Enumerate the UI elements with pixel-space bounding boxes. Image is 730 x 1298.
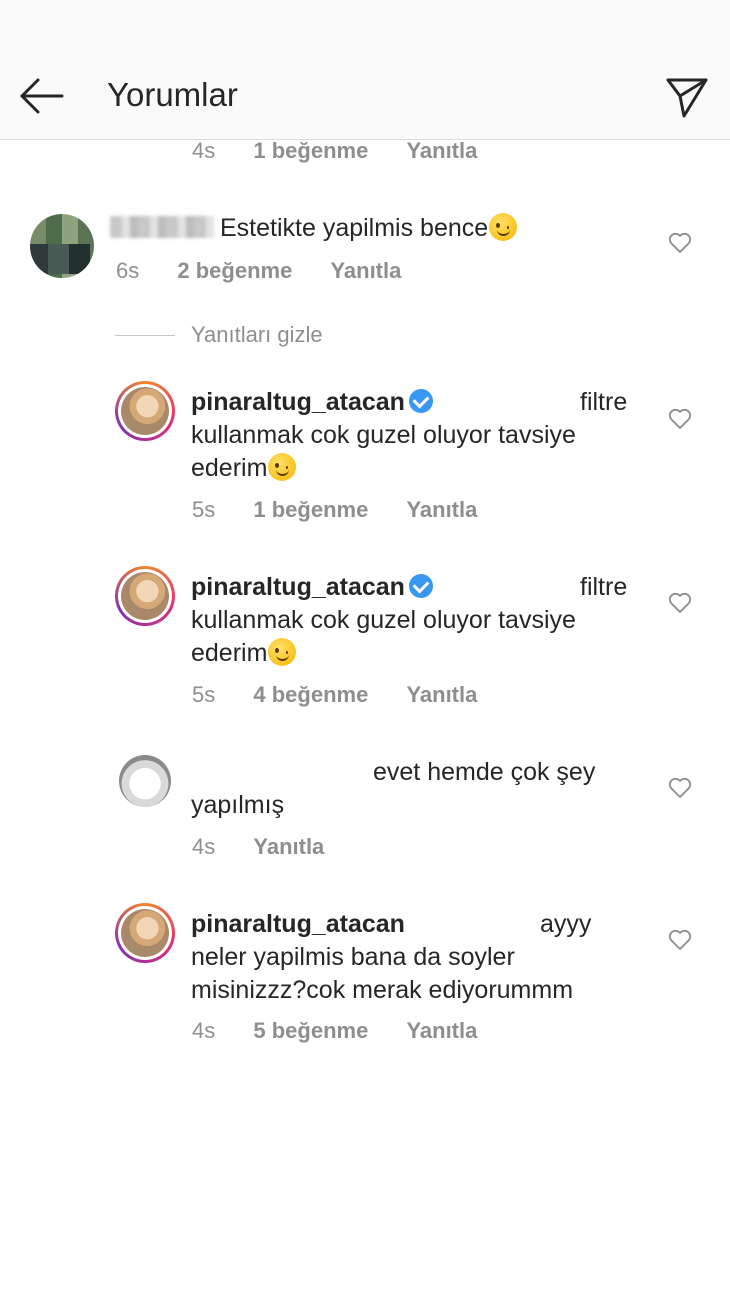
- hide-replies-label: Yanıtları gizle: [191, 322, 323, 347]
- comment-text: evet hemde çok şey yapılmış: [191, 756, 641, 822]
- reply-button[interactable]: Yanıtla: [406, 138, 477, 163]
- heart-outline-icon[interactable]: [668, 929, 692, 951]
- comment-time: 6s: [116, 258, 140, 283]
- likes-count[interactable]: 2 beğenme: [177, 258, 292, 283]
- comment-time: 5s: [192, 497, 216, 522]
- comment-meta: 6s 2 beğenme Yanıtla: [116, 258, 401, 284]
- top-bar: Yorumlar: [0, 0, 730, 140]
- heart-outline-icon[interactable]: [668, 777, 692, 799]
- back-arrow-icon[interactable]: [18, 74, 66, 118]
- comment-meta: 5s 4 beğenme Yanıtla: [192, 682, 477, 708]
- username[interactable]: pinaraltug_atacan: [191, 388, 405, 416]
- heart-outline-icon[interactable]: [668, 408, 692, 430]
- comment-time: 4s: [192, 1018, 216, 1043]
- hide-replies-toggle[interactable]: Yanıtları gizle: [115, 320, 323, 350]
- username[interactable]: pinaraltug_atacan: [191, 910, 405, 938]
- reply-button[interactable]: Yanıtla: [330, 258, 401, 283]
- comment-body: yapılmış: [191, 791, 285, 819]
- verified-badge-icon: [408, 574, 433, 598]
- heart-outline-icon[interactable]: [668, 592, 692, 614]
- comment-meta: 4s Yanıtla: [192, 834, 324, 860]
- comment-body: ederim: [191, 639, 268, 667]
- comment-body: filtre: [580, 388, 628, 416]
- likes-count[interactable]: 1 beğenme: [253, 497, 368, 522]
- avatar[interactable]: [115, 381, 175, 441]
- comment-text: pinaraltug_atacan filtre kullanmak cok g…: [191, 571, 641, 670]
- page-title: Yorumlar: [107, 76, 238, 113]
- comment-body: ederim: [191, 454, 268, 482]
- avatar[interactable]: [119, 755, 171, 807]
- comment-body: kullanmak cok guzel oluyor tavsiye: [191, 421, 576, 449]
- comment-time: 5s: [192, 682, 216, 707]
- comment-body: misinizzz?cok merak ediyorummm: [191, 976, 574, 1004]
- avatar[interactable]: [30, 214, 94, 278]
- reply-button[interactable]: Yanıtla: [406, 1018, 477, 1043]
- blurred-username[interactable]: [110, 216, 214, 238]
- paper-plane-icon[interactable]: [664, 74, 710, 120]
- comment-text: Estetikte yapilmis bence: [110, 212, 518, 245]
- winking-face-emoji: [489, 213, 518, 241]
- winking-face-emoji: [268, 638, 297, 666]
- comment-body: filtre: [580, 573, 628, 601]
- comment-body: neler yapilmis bana da soyler: [191, 943, 515, 971]
- divider: [115, 334, 175, 336]
- comment-body: evet hemde çok şey: [373, 758, 596, 786]
- comment-time: 4s: [192, 834, 216, 859]
- likes-count[interactable]: 5 beğenme: [253, 1018, 368, 1043]
- avatar[interactable]: [115, 903, 175, 963]
- likes-count[interactable]: 1 beğenme: [253, 138, 368, 163]
- comment-time: 4s: [192, 138, 216, 163]
- comment-body: Estetikte yapilmis bence: [220, 214, 489, 242]
- comment-body: kullanmak cok guzel oluyor tavsiye: [191, 606, 576, 634]
- avatar[interactable]: [115, 566, 175, 626]
- winking-face-emoji: [268, 453, 297, 481]
- reply-button[interactable]: Yanıtla: [253, 834, 324, 859]
- comment-meta: 5s 1 beğenme Yanıtla: [192, 497, 477, 523]
- comment-text: pinaraltug_atacan ayyy neler yapilmis ba…: [191, 908, 641, 1007]
- likes-count[interactable]: 4 beğenme: [253, 682, 368, 707]
- comment-meta: 4s 5 beğenme Yanıtla: [192, 1018, 477, 1044]
- reply-button[interactable]: Yanıtla: [406, 682, 477, 707]
- username[interactable]: pinaraltug_atacan: [191, 573, 405, 601]
- reply-button[interactable]: Yanıtla: [406, 497, 477, 522]
- comment-body: ayyy: [540, 910, 592, 938]
- heart-outline-icon[interactable]: [668, 232, 692, 254]
- verified-badge-icon: [408, 389, 433, 413]
- comment-meta: 4s 1 beğenme Yanıtla: [192, 138, 477, 164]
- comment-text: pinaraltug_atacan filtre kullanmak cok g…: [191, 386, 641, 485]
